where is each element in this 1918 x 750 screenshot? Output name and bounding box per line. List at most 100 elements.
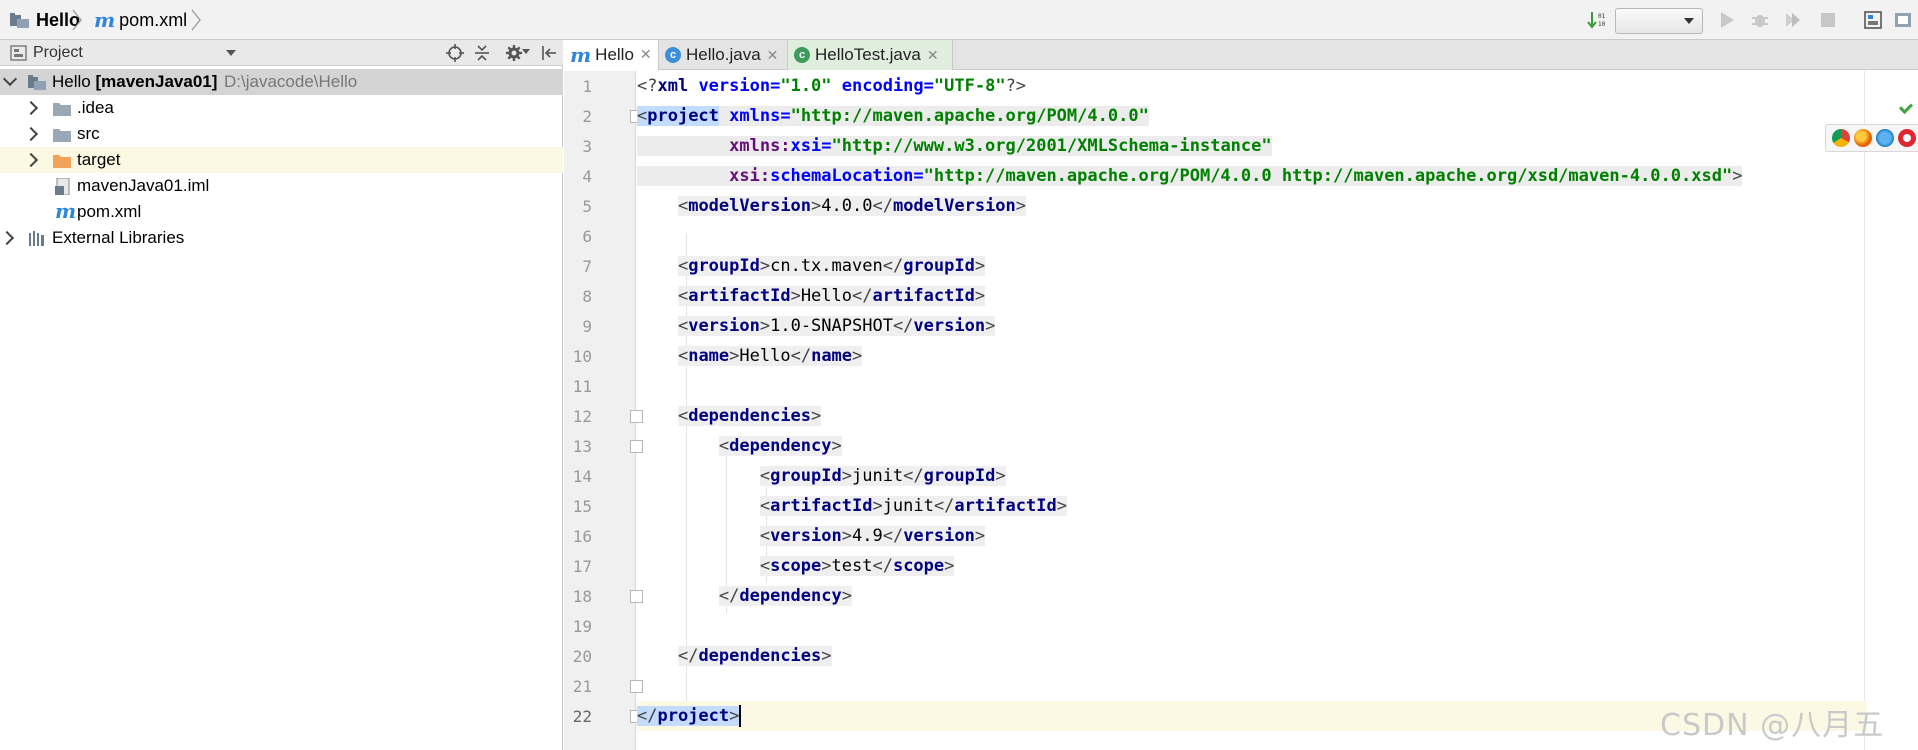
chevron-right-icon[interactable] (23, 152, 39, 168)
module-folder-icon (28, 75, 46, 90)
close-icon[interactable]: ✕ (767, 47, 779, 64)
tree-item-pom[interactable]: m pom.xml (0, 199, 563, 225)
line-number: 21 (572, 677, 592, 696)
line-number: 2 (582, 107, 592, 126)
module-folder-icon (10, 12, 30, 28)
folder-icon (53, 103, 71, 116)
locate-file-icon[interactable] (446, 44, 464, 62)
line-number: 6 (582, 227, 592, 246)
sort-icon[interactable]: 01 10 (1587, 10, 1607, 30)
line-number: 17 (572, 557, 592, 576)
run-configuration-select[interactable] (1615, 8, 1703, 34)
code-line: <groupId>cn.tx.maven</groupId> (677, 256, 986, 276)
text-cursor (739, 705, 742, 727)
code-line: <artifactId>junit</artifactId> (759, 496, 1067, 516)
editor-tabs: m Hello ✕ c Hello.java ✕ c HelloTest.jav… (564, 40, 1918, 71)
breadcrumb-file[interactable]: m pom.xml (94, 0, 187, 40)
folder-icon (53, 129, 71, 142)
chevron-down-icon[interactable] (2, 71, 18, 87)
code-line: <version>4.9</version> (759, 526, 986, 546)
chevron-right-icon[interactable] (23, 100, 39, 116)
browser-preview-bar (1825, 124, 1918, 152)
code-line: <dependency> (718, 436, 842, 456)
code-line: <version>1.0-SNAPSHOT</version> (677, 316, 996, 336)
iml-file-icon (55, 178, 70, 195)
libraries-icon (29, 231, 44, 246)
tree-item-path: D:\javacode\Hello (224, 72, 358, 91)
sdk-manager-icon[interactable] (1893, 10, 1913, 30)
maven-icon: m (55, 199, 77, 223)
chevron-down-icon[interactable] (226, 50, 236, 56)
tab-hello-pom[interactable]: m Hello ✕ (564, 40, 659, 71)
chrome-icon[interactable] (1832, 129, 1850, 147)
chevron-down-icon[interactable] (522, 49, 530, 54)
tree-item-external-libraries[interactable]: External Libraries (0, 225, 563, 251)
tree-item-hello-module[interactable]: Hello [mavenJava01] D:\javacode\Hello (0, 69, 563, 95)
chevron-right-icon[interactable] (0, 230, 15, 246)
tree-item-iml[interactable]: mavenJava01.iml (0, 173, 563, 199)
watermark: CSDN @八月五 (1660, 708, 1885, 743)
opera-icon[interactable] (1898, 129, 1916, 147)
close-icon[interactable]: ✕ (640, 46, 652, 63)
line-number-gutter[interactable]: 1 2 3 4 5 6 7 8 9 10 11 12 13 14 15 16 1… (564, 71, 636, 750)
code-line: </dependencies> (677, 646, 832, 666)
code-line: </dependency> (718, 586, 852, 606)
code-line: <scope>test</scope> (759, 556, 955, 576)
tab-label: HelloTest.java (815, 45, 921, 64)
chevron-down-icon (1684, 18, 1694, 24)
code-line: <name>Hello</name> (677, 346, 863, 366)
tab-hello-java[interactable]: c Hello.java ✕ (659, 40, 788, 70)
line-number: 1 (582, 77, 592, 96)
line-number: 10 (572, 347, 592, 366)
java-class-icon: c (665, 47, 681, 63)
project-view-selector-label[interactable]: Project (33, 44, 83, 62)
line-number: 7 (582, 257, 592, 276)
line-number: 4 (582, 167, 592, 186)
line-number: 3 (582, 137, 592, 156)
line-number: 12 (572, 407, 592, 426)
tree-item-src[interactable]: src (0, 121, 563, 147)
breadcrumb-separator-icon (72, 9, 82, 31)
code-line: <artifactId>Hello</artifactId> (677, 286, 986, 306)
stop-icon[interactable] (1818, 10, 1838, 30)
tree-item-label: Hello [mavenJava01] (52, 72, 218, 91)
navigation-bar: Hello m pom.xml 01 10 (0, 0, 1918, 40)
debug-icon[interactable] (1750, 10, 1770, 30)
code-editor[interactable]: <?xml version="1.0" encoding="UTF-8"?> <… (637, 71, 1918, 750)
tree-item-idea[interactable]: .idea (0, 95, 563, 121)
tree-item-label: pom.xml (77, 202, 142, 221)
excluded-folder-icon (53, 155, 71, 168)
tab-hellotest-java[interactable]: c HelloTest.java ✕ (788, 40, 953, 70)
close-icon[interactable]: ✕ (927, 47, 939, 64)
chevron-right-icon[interactable] (23, 126, 39, 142)
project-structure-icon[interactable] (1863, 10, 1883, 30)
line-number: 22 (572, 707, 592, 726)
line-number: 19 (572, 617, 592, 636)
line-number: 5 (582, 197, 592, 216)
code-line: xmlns:xsi="http://www.w3.org/2001/XMLSch… (637, 131, 1867, 161)
project-view-icon (10, 45, 27, 61)
line-number: 18 (572, 587, 592, 606)
code-line: <groupId>junit</groupId> (759, 466, 1006, 486)
tree-item-target[interactable]: target (0, 147, 563, 173)
tab-label: Hello.java (686, 45, 761, 64)
java-test-class-icon: c (794, 47, 810, 63)
project-tool-window: Project Hello [mavenJava01] D:\javacode\… (0, 40, 563, 750)
tree-item-label: mavenJava01.iml (77, 176, 210, 195)
run-icon[interactable] (1717, 10, 1737, 30)
safari-icon[interactable] (1876, 129, 1894, 147)
code-line: <project xmlns="http://maven.apache.org/… (637, 106, 1149, 126)
gear-icon[interactable] (505, 44, 523, 62)
inspection-ok-icon[interactable] (1898, 99, 1914, 115)
code-line: xsi:schemaLocation="http://maven.apache.… (637, 161, 1867, 191)
project-panel-header: Project (0, 40, 563, 66)
firefox-icon[interactable] (1854, 129, 1872, 147)
maven-icon: m (570, 42, 592, 67)
coverage-icon[interactable] (1783, 10, 1803, 30)
line-number: 20 (572, 647, 592, 666)
line-number: 15 (572, 497, 592, 516)
code-line: <?xml version="1.0" encoding="UTF-8"?> (637, 76, 1027, 96)
collapse-all-icon[interactable] (473, 44, 491, 62)
hide-panel-icon[interactable] (540, 44, 558, 62)
tree-item-label: src (77, 124, 100, 143)
